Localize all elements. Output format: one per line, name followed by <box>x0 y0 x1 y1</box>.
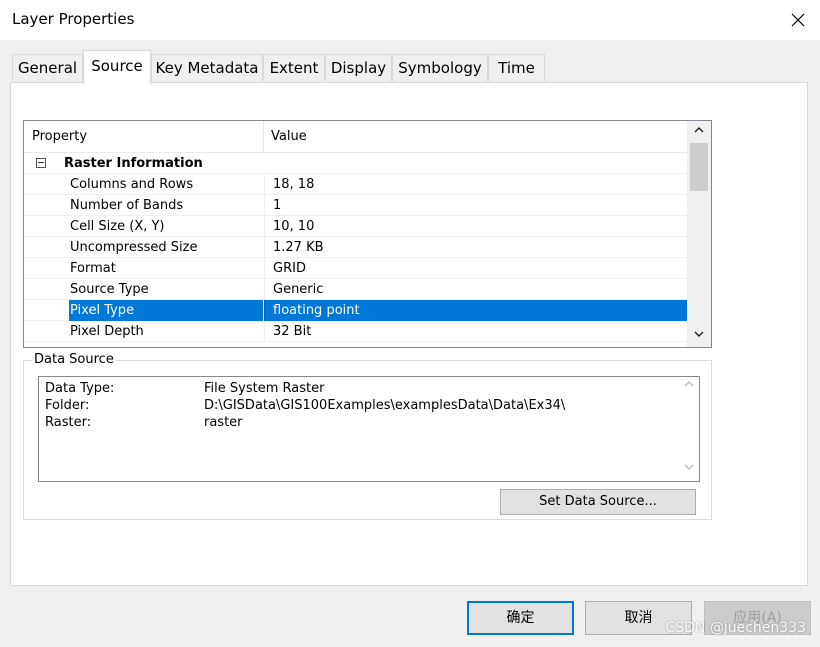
data-source-text[interactable]: Data Type: File System Raster Folder: D:… <box>38 376 700 482</box>
tab-key-metadata[interactable]: Key Metadata <box>151 54 263 81</box>
property-value: Generic <box>264 279 687 300</box>
data-source-group: Data Source Data Type: File System Raste… <box>23 352 712 520</box>
chevron-down-icon <box>694 331 704 337</box>
entry-value: File System Raster <box>204 381 325 396</box>
table-row[interactable]: Uncompressed Size 1.27 KB <box>24 237 687 258</box>
column-header-value[interactable]: Value <box>271 121 307 152</box>
tab-extent[interactable]: Extent <box>263 54 325 81</box>
collapse-icon[interactable] <box>36 158 46 168</box>
chevron-up-icon <box>684 381 694 387</box>
group-row-raster-information[interactable]: Raster Information <box>24 153 687 174</box>
entry-key: Data Type: <box>45 381 115 396</box>
property-value: 1.27 KB <box>264 237 687 258</box>
grid-header: Property Value <box>24 121 687 153</box>
property-name: Pixel Type <box>69 300 263 321</box>
column-divider[interactable] <box>263 121 264 152</box>
table-row[interactable]: Pixel Depth 32 Bit <box>24 321 687 342</box>
property-value: 1 <box>264 195 687 216</box>
chevron-up-icon <box>694 127 704 133</box>
property-name: Cell Size (X, Y) <box>70 219 165 234</box>
property-value: 32 Bit <box>264 321 687 342</box>
scroll-up-button[interactable] <box>687 121 711 141</box>
group-label: Raster Information <box>64 156 203 171</box>
table-row[interactable]: Columns and Rows 18, 18 <box>24 174 687 195</box>
close-icon <box>791 13 805 27</box>
data-source-label: Data Source <box>32 352 116 367</box>
text-scrollbar[interactable] <box>679 377 699 481</box>
chevron-down-icon <box>684 464 694 470</box>
property-name: Number of Bands <box>70 198 184 213</box>
property-name: Format <box>70 261 116 276</box>
watermark: CSDN @juechen333 <box>665 620 806 636</box>
property-value: floating point <box>264 300 687 321</box>
set-data-source-button[interactable]: Set Data Source... <box>500 489 696 515</box>
entry-value: D:\GISData\GIS100Examples\examplesData\D… <box>204 398 566 413</box>
entry-key: Folder: <box>45 398 90 413</box>
table-row[interactable]: Cell Size (X, Y) 10, 10 <box>24 216 687 237</box>
ok-button[interactable]: 确定 <box>467 601 574 635</box>
property-name: Columns and Rows <box>70 177 194 192</box>
tab-time[interactable]: Time <box>488 54 545 81</box>
scroll-thumb[interactable] <box>690 143 708 191</box>
entry-value: raster <box>204 415 243 430</box>
tab-symbology[interactable]: Symbology <box>392 54 488 81</box>
source-tab-panel: Property Value Raster Information Column… <box>10 82 808 586</box>
tab-source[interactable]: Source <box>83 50 151 84</box>
close-button[interactable] <box>784 6 812 34</box>
property-name: Uncompressed Size <box>70 240 198 255</box>
vertical-scrollbar[interactable] <box>687 121 711 347</box>
text-scroll-up[interactable] <box>679 380 699 396</box>
window-title: Layer Properties <box>12 10 135 28</box>
tab-display[interactable]: Display <box>325 54 392 81</box>
table-row[interactable]: Format GRID <box>24 258 687 279</box>
property-name: Source Type <box>70 282 149 297</box>
table-row[interactable]: Source Type Generic <box>24 279 687 300</box>
property-value: GRID <box>264 258 687 279</box>
property-value: 18, 18 <box>264 174 687 195</box>
tab-general[interactable]: General <box>12 54 83 81</box>
title-bar: Layer Properties <box>0 0 820 40</box>
text-scroll-down[interactable] <box>679 463 699 479</box>
scroll-down-button[interactable] <box>687 325 711 345</box>
property-value: 10, 10 <box>264 216 687 237</box>
table-row[interactable]: Number of Bands 1 <box>24 195 687 216</box>
table-row-selected[interactable]: Pixel Type floating point <box>24 300 687 321</box>
property-name: Pixel Depth <box>70 324 144 339</box>
property-grid[interactable]: Property Value Raster Information Column… <box>23 120 712 348</box>
entry-key: Raster: <box>45 415 92 430</box>
column-header-property[interactable]: Property <box>32 121 87 152</box>
